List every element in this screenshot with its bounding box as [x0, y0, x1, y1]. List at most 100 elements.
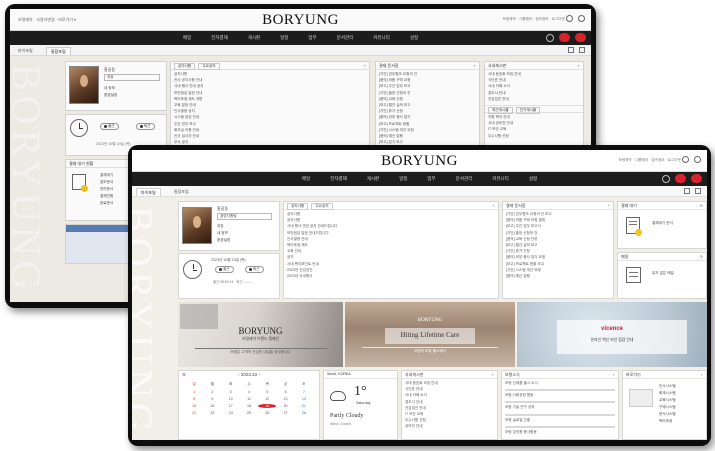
approval-item[interactable]: 완료문서	[100, 200, 113, 207]
back-logo[interactable]: BORYUNG	[262, 12, 339, 29]
list-item[interactable]: 보령 글로벌 진출	[505, 418, 615, 424]
mail-count[interactable]: 읽지 않은 메일	[652, 271, 674, 276]
calendar-day[interactable]: 12	[258, 397, 276, 401]
mail-badge[interactable]	[559, 33, 570, 42]
calendar-day[interactable]: 25	[240, 411, 258, 415]
gear-icon[interactable]	[695, 188, 701, 194]
more-icon[interactable]: +	[474, 63, 476, 68]
menu-item[interactable]: 메일	[183, 35, 191, 41]
front-top-right[interactable]: 보령제약 · 그룹웨어 · 접속정보 · 로그아웃	[619, 158, 681, 163]
logout-icon[interactable]	[578, 15, 585, 22]
clock-in-button[interactable]: 출근	[100, 123, 119, 130]
calendar-day[interactable]: 11	[240, 397, 258, 401]
layout-icon[interactable]	[684, 188, 690, 194]
menu-item[interactable]: 문서관리	[456, 176, 473, 182]
calendar-day[interactable]: 28	[295, 411, 313, 415]
menu-item[interactable]: 커뮤니티	[373, 35, 390, 41]
panel-tab[interactable]: 최근게시물	[488, 106, 513, 114]
front-logo[interactable]: BORYUNG	[381, 153, 458, 170]
quicklink-item[interactable]: 교육시스템	[659, 397, 676, 404]
next-month-icon[interactable]: ›	[257, 372, 260, 377]
calendar-day[interactable]: 14	[295, 397, 313, 401]
banner-3[interactable]: vicence 온라인 백신 보안 점검 안내	[517, 302, 707, 367]
tab-my-portal[interactable]: 마이포털	[14, 47, 37, 55]
search-icon[interactable]	[662, 174, 670, 183]
panel-tab[interactable]: 주요공지	[311, 203, 333, 210]
list-item[interactable]: 공모전 안내	[405, 424, 494, 430]
list-item[interactable]: 2023년 사내행사	[287, 274, 495, 280]
layout-icon[interactable]	[568, 47, 574, 53]
profile-menu-2[interactable]: 환경설정	[104, 93, 117, 98]
menu-item[interactable]: 전자결재	[330, 176, 347, 182]
calendar-day[interactable]: 18	[240, 404, 258, 408]
calendar-day[interactable]: 21	[295, 404, 313, 408]
settings-icon[interactable]	[566, 15, 573, 22]
quicklink-item[interactable]: 구매시스템	[659, 404, 676, 411]
quicklink-item[interactable]: 회계시스템	[659, 390, 676, 397]
calendar-day[interactable]: 15	[185, 404, 203, 408]
mail-badge[interactable]	[675, 174, 686, 183]
list-item[interactable]: 보령 임직원 봉사활동	[505, 430, 615, 436]
clock-out-button[interactable]: 퇴근	[136, 123, 155, 130]
list-item[interactable]: [품의] 예산 집행	[506, 274, 610, 280]
calendar-day[interactable]: 9	[203, 397, 221, 401]
more-icon[interactable]: +	[701, 372, 703, 377]
calendar-day-today[interactable]: 19	[258, 404, 277, 408]
calendar-day[interactable]: 24	[222, 411, 240, 415]
banner-1[interactable]: BORYUNG 보령제약 브랜드 캠페인 보령은 고객의 건강한 내일을 생각합…	[178, 302, 343, 367]
menu-item[interactable]: 설정	[410, 35, 418, 41]
calendar-day[interactable]: 1	[185, 390, 203, 394]
menu-item[interactable]: 전자결재	[211, 35, 228, 41]
calendar-day[interactable]: 4	[240, 390, 258, 394]
gear-icon[interactable]	[579, 47, 585, 53]
panel-tab[interactable]: 공지사항	[287, 203, 309, 210]
calendar-day[interactable]: 7	[295, 390, 313, 394]
profile-title[interactable]: 과장	[104, 74, 160, 81]
calendar-day[interactable]: 8	[185, 397, 203, 401]
menu-item[interactable]: 게시판	[248, 35, 260, 41]
approval-item[interactable]: 결재대기	[100, 172, 113, 179]
menu-item[interactable]: 일정	[280, 35, 288, 41]
menu-item[interactable]: 업무	[427, 176, 435, 182]
profile-menu-2[interactable]: 환경설정	[217, 238, 230, 243]
more-icon[interactable]: ⟳	[700, 203, 703, 208]
calendar-day[interactable]: 6	[276, 390, 294, 394]
calendar-day[interactable]: 27	[276, 411, 294, 415]
menu-item[interactable]: 커뮤니티	[492, 176, 509, 182]
calendar-day[interactable]: 10	[222, 397, 240, 401]
settings-icon[interactable]	[682, 156, 689, 163]
more-icon[interactable]: +	[613, 372, 615, 377]
clock-out-button[interactable]: 퇴근	[245, 266, 264, 273]
quicklink-item[interactable]: 문서시스템	[659, 411, 676, 418]
banner-2[interactable]: BORYUNG Hiting Lifetime Care 보령의 토탈 헬스케어	[345, 302, 515, 367]
panel-tab[interactable]: 인기게시물	[515, 106, 541, 114]
tab-integrated-portal[interactable]: 통합포털	[170, 188, 193, 196]
list-item[interactable]: 보령 신제품 출시 소식	[505, 381, 615, 387]
calendar-day[interactable]: 17	[222, 404, 240, 408]
list-item[interactable]: 보령 사회공헌 활동	[505, 393, 615, 399]
menu-item[interactable]: 메일	[302, 176, 310, 182]
calendar-day[interactable]: 5	[258, 390, 276, 394]
calendar-day[interactable]: 3	[222, 390, 240, 394]
more-icon[interactable]: ⟳	[700, 254, 703, 259]
logout-icon[interactable]	[694, 156, 701, 163]
list-item[interactable]: 보령 기술 연구 성과	[505, 405, 615, 411]
menu-item[interactable]: 게시판	[367, 176, 379, 182]
search-icon[interactable]	[546, 33, 554, 42]
menu-item[interactable]: 일정	[399, 176, 407, 182]
more-icon[interactable]: +	[578, 63, 580, 68]
menu-item[interactable]: 문서관리	[337, 35, 354, 41]
quicklink-item[interactable]: 인사시스템	[659, 383, 676, 390]
more-icon[interactable]: +	[492, 372, 494, 377]
wait-count[interactable]: 결재대기 문서	[652, 221, 673, 226]
approval-item[interactable]: 반려문서	[100, 186, 113, 193]
alert-badge[interactable]	[575, 33, 586, 42]
approval-item[interactable]: 결재진행	[100, 193, 113, 200]
calendar-day[interactable]: 23	[203, 411, 221, 415]
calendar-day[interactable]: 13	[276, 397, 294, 401]
calendar-day[interactable]: 2	[203, 390, 221, 394]
profile-menu-1[interactable]: 내 정보	[217, 231, 228, 236]
panel-tab[interactable]: 공지사항	[174, 63, 196, 70]
profile-dept-select[interactable]: 경영지원팀	[217, 213, 272, 220]
more-icon[interactable]: +	[608, 203, 610, 208]
